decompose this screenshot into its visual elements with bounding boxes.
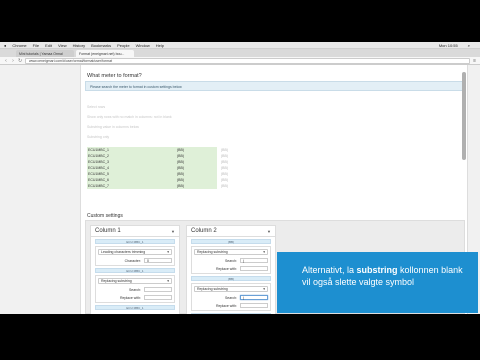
caret-down-icon[interactable]: ▼ (171, 229, 175, 234)
cell: (BB) (221, 184, 228, 188)
rule-select[interactable]: Leading characters trimming ▾ (98, 249, 172, 255)
tab-format[interactable]: Format (eneigmari.net) bou... (76, 50, 134, 57)
value-chip: ECU MBC_1 (95, 268, 175, 273)
rule-select[interactable]: Replacing substring ▾ (194, 286, 268, 292)
cell: ECU1MBC_7 (87, 183, 177, 189)
scrollbar[interactable] (462, 72, 466, 160)
custom-settings-title: Custom settings (87, 213, 123, 219)
select-value: Replacing substring (197, 250, 228, 254)
ghost-text: Select rows (87, 105, 106, 109)
rule-box: Replacing substring ▾ Search:) Replace wi… (191, 283, 271, 311)
replace-input[interactable] (240, 303, 268, 308)
field-label: Character: (124, 258, 141, 263)
menu-icon[interactable]: ≡ (473, 58, 476, 64)
menu-item[interactable]: File (33, 43, 39, 48)
menu-item[interactable]: Window (136, 43, 150, 48)
chevron-down-icon: ▾ (167, 250, 169, 254)
value-chip: ECU MBC_1 (95, 305, 175, 310)
search-input[interactable] (144, 287, 172, 292)
field-label: Search: (224, 258, 237, 263)
menu-item[interactable]: Help (156, 43, 164, 48)
caption-bold: substring (356, 265, 398, 275)
value-chip: (BB) (191, 276, 271, 281)
menu-item[interactable]: People (117, 43, 129, 48)
value-chip: (BB) (191, 239, 271, 244)
value-chip: BB (191, 313, 271, 314)
meter-table: ECU1MBC_1 (BB) (BB) ECU1MBC_2 (BB) (BB) ECU1… (87, 147, 262, 189)
forward-icon[interactable]: › (11, 58, 15, 64)
menu-item[interactable]: Chrome (12, 43, 26, 48)
chevron-down-icon: ▾ (263, 287, 265, 291)
menu-bar: ● Chrome File Edit View History Bookmark… (0, 42, 480, 49)
reload-icon[interactable]: ↻ (18, 58, 22, 64)
tab-tutorials[interactable]: Mini tutorials | Yamaa Ormal (16, 50, 74, 57)
column-title: Column 2 (191, 228, 217, 234)
table-row[interactable]: ECU1MBC_7 (BB) (BB) (87, 183, 262, 189)
rule-select[interactable]: Replacing substring ▾ (98, 278, 172, 284)
field-label: Replace with: (215, 303, 237, 308)
value-chip: ECU MBC_1 (95, 239, 175, 244)
url-field[interactable]: www.ceneigmari.com/#/user/ormal/format/u… (25, 57, 471, 64)
field-label: Search: (128, 287, 141, 292)
ghost-text: Substring value in columns below (87, 125, 139, 129)
menu-item[interactable]: Bookmarks (91, 43, 111, 48)
character-input[interactable]: 0 (144, 258, 172, 263)
search-input[interactable]: ) (240, 295, 268, 300)
back-icon[interactable]: ‹ (4, 58, 8, 64)
rule-box: Leading characters trimming ▾ Character: 0 (95, 246, 175, 266)
address-bar: ‹ › ↻ www.ceneigmari.com/#/user/ormal/fo… (0, 57, 480, 65)
tab-strip: Mini tutorials | Yamaa Ormal Format (ene… (0, 49, 480, 57)
clock: Mon 10:55 (438, 42, 458, 48)
column-1-card: Column 1 ▼ ECU MBC_1 Leading characters t… (90, 225, 180, 314)
caret-down-icon[interactable]: ▼ (267, 229, 271, 234)
column-title: Column 1 (95, 228, 121, 234)
menu-item[interactable]: View (58, 43, 67, 48)
field-label: Replace with: (119, 295, 141, 300)
page-title: What meter to format? (87, 73, 142, 79)
chevron-down-icon: ▾ (263, 250, 265, 254)
column-2-card: Column 2 ▼ (BB) Replacing substring ▾ Sear… (186, 225, 276, 314)
menu-item[interactable]: History (73, 43, 85, 48)
search-icon[interactable]: ⌕ (468, 43, 470, 48)
select-value: Replacing substring (197, 287, 228, 291)
field-label: Search: (224, 295, 237, 300)
field-label: Replace with: (215, 266, 237, 271)
info-notice: Please search the meter to format in cus… (85, 81, 465, 91)
screen: ● Chrome File Edit View History Bookmark… (0, 42, 480, 314)
replace-input[interactable] (144, 295, 172, 300)
ghost-text: Show only rows with no match in columns:… (87, 115, 172, 119)
replace-input[interactable] (240, 266, 268, 271)
search-input[interactable]: ( (240, 258, 268, 263)
apple-icon[interactable]: ● (4, 43, 6, 48)
chevron-down-icon: ▾ (167, 279, 169, 283)
caption-overlay: Alternativt, la substring kollonnen blan… (277, 252, 478, 313)
cell: (BB) (177, 183, 217, 189)
select-value: Leading characters trimming (101, 250, 146, 254)
caption-text: Alternativt, la (302, 265, 357, 275)
select-value: Replacing substring (101, 279, 132, 283)
rule-box: Replacing substring ▾ Search: Replace wit… (95, 275, 175, 303)
ghost-text: Substring only (87, 135, 110, 139)
menu-item[interactable]: Edit (45, 43, 52, 48)
rule-select[interactable]: Replacing substring ▾ (194, 249, 268, 255)
rule-box: Replacing substring ▾ Search:( Replace wi… (191, 246, 271, 274)
